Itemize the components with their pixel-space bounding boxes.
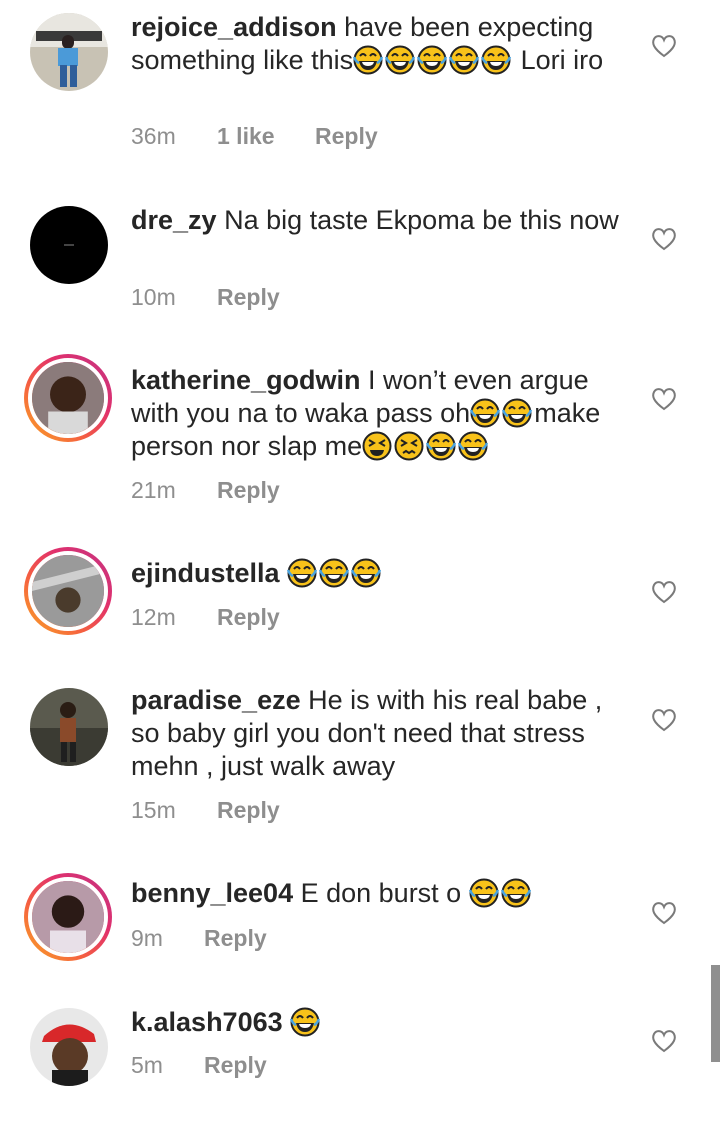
joy-emoji-icon	[500, 878, 531, 908]
comment-body	[283, 1007, 291, 1037]
comment-meta: 9m Reply	[131, 925, 267, 952]
comment-text: paradise_eze He is with his real babe , …	[131, 684, 631, 783]
comment-username[interactable]: ejindustella	[131, 558, 280, 588]
avatar[interactable]	[30, 13, 108, 91]
joy-emoji-icon	[468, 878, 499, 908]
reply-button[interactable]: Reply	[204, 925, 267, 952]
avatar[interactable]	[30, 206, 108, 284]
joy-emoji-icon	[417, 45, 448, 75]
comment-meta: 21m Reply	[131, 477, 280, 504]
avatar-photo	[30, 206, 108, 284]
avatar-photo	[32, 362, 104, 434]
comment-text: benny_lee04 E don burst o	[131, 877, 631, 910]
heart-icon[interactable]	[651, 227, 677, 251]
joy-emoji-icon	[290, 1007, 321, 1037]
comment-meta: 36m 1 like Reply	[131, 123, 378, 150]
avatar[interactable]	[24, 873, 112, 961]
heart-icon[interactable]	[651, 580, 677, 604]
comment-meta: 15m Reply	[131, 797, 280, 824]
comment-time: 21m	[131, 477, 176, 503]
reply-button[interactable]: Reply	[204, 1052, 267, 1079]
reply-button[interactable]: Reply	[217, 477, 280, 504]
comment-username[interactable]: rejoice_addison	[131, 12, 337, 42]
scrollbar-thumb[interactable]	[711, 965, 720, 1062]
comment-time: 15m	[131, 797, 176, 823]
joy-emoji-icon	[319, 558, 350, 588]
reply-button[interactable]: Reply	[217, 604, 280, 631]
avatar[interactable]	[24, 354, 112, 442]
comment-meta: 5m Reply	[131, 1052, 267, 1079]
heart-icon[interactable]	[651, 387, 677, 411]
comment-text: ejindustella	[131, 557, 631, 590]
heart-icon[interactable]	[651, 901, 677, 925]
comment-username[interactable]: dre_zy	[131, 205, 217, 235]
comment-username[interactable]: katherine_godwin	[131, 365, 361, 395]
likes-count[interactable]: 1 like	[217, 123, 315, 150]
avatar[interactable]	[24, 547, 112, 635]
avatar-photo	[30, 688, 108, 766]
comment-time: 10m	[131, 284, 176, 310]
tired-face-emoji-icon	[362, 431, 392, 461]
heart-icon[interactable]	[651, 34, 677, 58]
comment-username[interactable]: benny_lee04	[131, 878, 293, 908]
reply-button[interactable]: Reply	[217, 797, 280, 824]
comment-body-tail: Lori iro	[513, 45, 604, 75]
joy-emoji-icon	[353, 45, 384, 75]
comment-text: dre_zy Na big taste Ekpoma be this now	[131, 204, 631, 237]
joy-emoji-icon	[470, 398, 501, 428]
comment-text: rejoice_addison have been expecting some…	[131, 11, 631, 77]
joy-emoji-icon	[351, 558, 382, 588]
comment-time: 12m	[131, 604, 176, 630]
reply-button[interactable]: Reply	[217, 284, 280, 311]
confounded-face-emoji-icon	[394, 431, 424, 461]
joy-emoji-icon	[502, 398, 533, 428]
avatar-photo	[32, 881, 104, 953]
comment-body: E don burst o	[293, 878, 469, 908]
reply-button[interactable]: Reply	[315, 123, 378, 150]
joy-emoji-icon	[481, 45, 512, 75]
joy-emoji-icon	[449, 45, 480, 75]
comment-text: katherine_godwin I won’t even argue with…	[131, 364, 631, 463]
comment-body: Na big taste Ekpoma be this now	[216, 205, 619, 235]
joy-emoji-icon	[287, 558, 318, 588]
avatar-photo	[30, 13, 108, 91]
comment-body	[280, 558, 288, 588]
avatar[interactable]	[30, 688, 108, 766]
joy-emoji-icon	[385, 45, 416, 75]
avatar[interactable]	[30, 1008, 108, 1086]
joy-emoji-icon	[458, 431, 489, 461]
comment-time: 9m	[131, 925, 163, 951]
comment-username[interactable]: k.alash7063	[131, 1007, 283, 1037]
comment-time: 36m	[131, 123, 176, 149]
comment-text: k.alash7063	[131, 1006, 631, 1039]
avatar-photo	[30, 1008, 108, 1086]
joy-emoji-icon	[426, 431, 457, 461]
comment-meta: 10m Reply	[131, 284, 280, 311]
comment-meta: 12m Reply	[131, 604, 280, 631]
avatar-photo	[32, 555, 104, 627]
heart-icon[interactable]	[651, 708, 677, 732]
comment-username[interactable]: paradise_eze	[131, 685, 301, 715]
comment-time: 5m	[131, 1052, 163, 1078]
heart-icon[interactable]	[651, 1029, 677, 1053]
